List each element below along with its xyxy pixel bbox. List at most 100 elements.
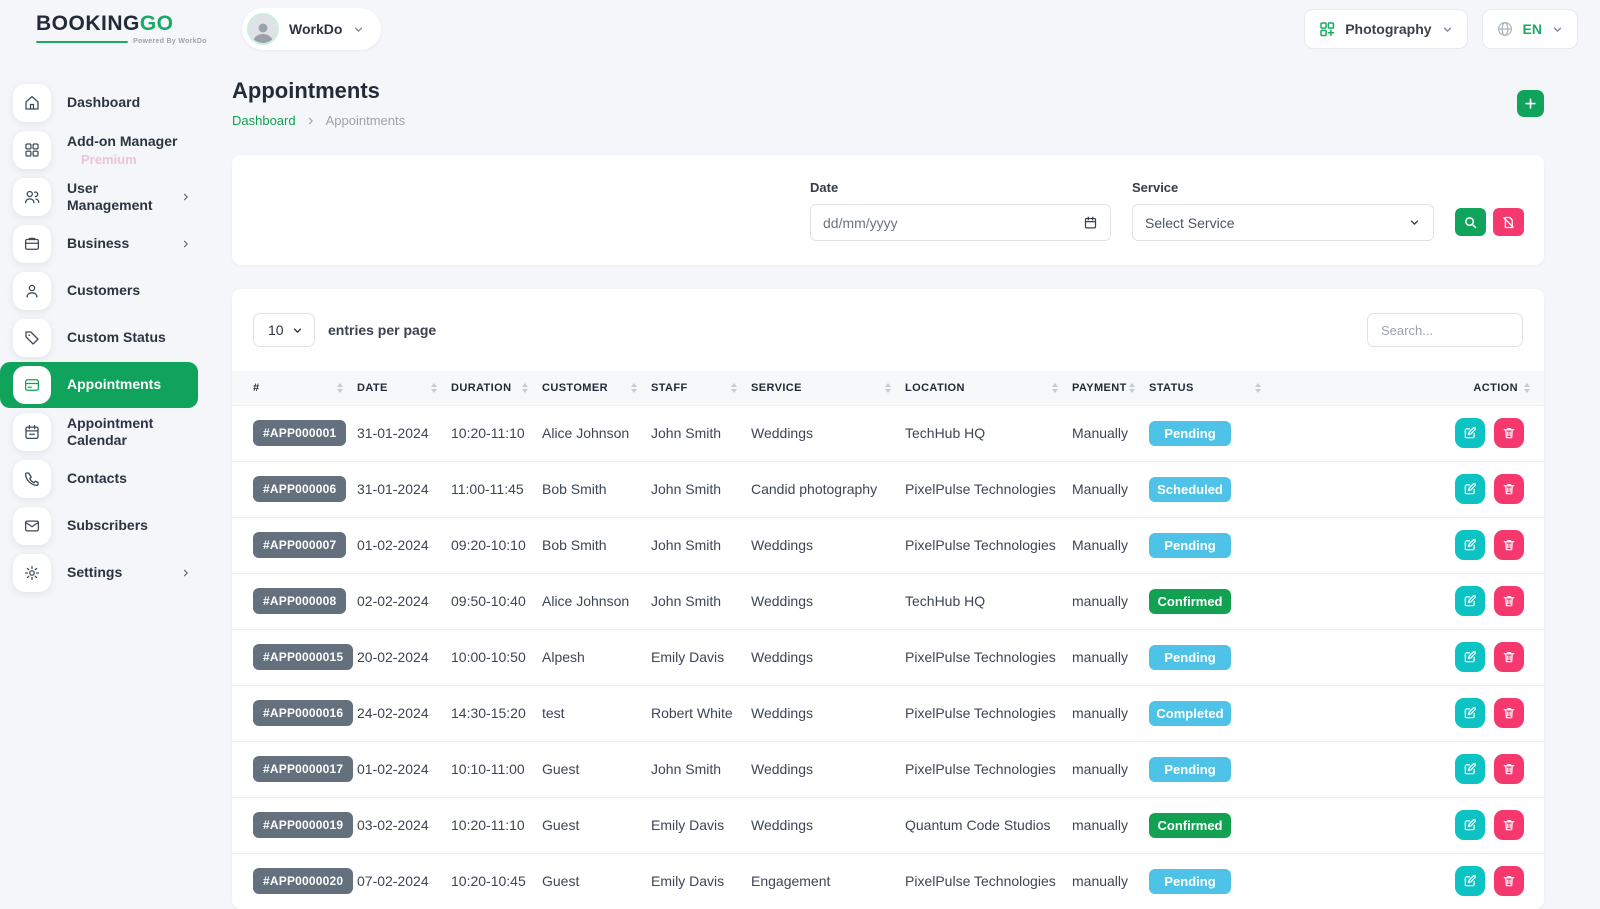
chevron-right-icon bbox=[180, 238, 192, 250]
service-selected-value: Select Service bbox=[1145, 215, 1234, 231]
column-header-location[interactable]: LOCATION bbox=[905, 371, 1072, 405]
delete-button[interactable] bbox=[1494, 418, 1524, 448]
trash-icon bbox=[1502, 874, 1516, 888]
module-selector[interactable]: Photography bbox=[1304, 9, 1467, 49]
column-header-service[interactable]: SERVICE bbox=[751, 371, 905, 405]
appointment-id-badge: #APP000006 bbox=[253, 476, 346, 502]
payment-cell: manually bbox=[1072, 685, 1149, 741]
status-badge: Scheduled bbox=[1149, 477, 1231, 502]
service-cell: Weddings bbox=[751, 797, 905, 853]
delete-button[interactable] bbox=[1494, 754, 1524, 784]
sidebar-item-custom-status[interactable]: Custom Status bbox=[0, 315, 198, 361]
delete-button[interactable] bbox=[1494, 810, 1524, 840]
language-selector[interactable]: EN bbox=[1482, 9, 1578, 49]
logo-underline bbox=[36, 41, 128, 43]
topbar: BOOKINGGO Powered By WorkDo WorkDo Photo… bbox=[0, 0, 1600, 58]
appointment-id-badge: #APP0000019 bbox=[253, 812, 353, 838]
edit-button[interactable] bbox=[1455, 642, 1485, 672]
table-body: #APP000001 31-01-2024 10:20-11:10 Alice … bbox=[232, 405, 1544, 909]
delete-button[interactable] bbox=[1494, 530, 1524, 560]
service-cell: Engagement bbox=[751, 853, 905, 909]
chevron-down-icon bbox=[352, 23, 365, 36]
sidebar-item-appointments[interactable]: Appointments bbox=[0, 362, 198, 408]
payment-cell: Manually bbox=[1072, 517, 1149, 573]
sidebar-item-addon-manager[interactable]: Add-on Manager Premium bbox=[0, 127, 198, 173]
chevron-down-icon bbox=[1551, 23, 1564, 36]
trash-icon bbox=[1502, 426, 1516, 440]
apply-filter-button[interactable] bbox=[1455, 208, 1486, 236]
tag-icon bbox=[13, 319, 51, 357]
appointment-id-badge: #APP0000020 bbox=[253, 868, 353, 894]
date-cell: 01-02-2024 bbox=[357, 517, 451, 573]
chevron-down-icon bbox=[1441, 23, 1454, 36]
breadcrumb-dashboard-link[interactable]: Dashboard bbox=[232, 113, 296, 128]
delete-button[interactable] bbox=[1494, 474, 1524, 504]
sort-icon bbox=[337, 383, 349, 393]
sort-icon bbox=[1524, 383, 1530, 393]
column-header-date[interactable]: DATE bbox=[357, 371, 451, 405]
status-badge: Pending bbox=[1149, 645, 1231, 670]
calendar-icon[interactable] bbox=[1083, 215, 1098, 230]
edit-button[interactable] bbox=[1455, 418, 1485, 448]
location-cell: PixelPulse Technologies bbox=[905, 629, 1072, 685]
sidebar-item-settings[interactable]: Settings bbox=[0, 550, 198, 596]
edit-icon bbox=[1463, 538, 1477, 552]
appointment-id-badge: #APP0000017 bbox=[253, 756, 353, 782]
status-badge: Pending bbox=[1149, 421, 1231, 446]
appointment-id-badge: #APP0000015 bbox=[253, 644, 353, 670]
edit-button[interactable] bbox=[1455, 866, 1485, 896]
date-cell: 31-01-2024 bbox=[357, 461, 451, 517]
delete-button[interactable] bbox=[1494, 866, 1524, 896]
date-cell: 24-02-2024 bbox=[357, 685, 451, 741]
column-header-customer[interactable]: CUSTOMER bbox=[542, 371, 651, 405]
sidebar-item-dashboard[interactable]: Dashboard bbox=[0, 80, 198, 126]
edit-button[interactable] bbox=[1455, 586, 1485, 616]
delete-button[interactable] bbox=[1494, 642, 1524, 672]
sidebar-item-customers[interactable]: Customers bbox=[0, 268, 198, 314]
column-header-status[interactable]: STATUS bbox=[1149, 371, 1275, 405]
sort-icon bbox=[431, 383, 443, 393]
avatar bbox=[247, 13, 279, 45]
sort-icon bbox=[1129, 383, 1141, 393]
clear-filter-button[interactable] bbox=[1493, 208, 1524, 236]
delete-button[interactable] bbox=[1494, 586, 1524, 616]
service-cell: Candid photography bbox=[751, 461, 905, 517]
sidebar-item-user-management[interactable]: User Management bbox=[0, 174, 198, 220]
chevron-right-icon bbox=[180, 191, 192, 203]
edit-button[interactable] bbox=[1455, 530, 1485, 560]
date-input[interactable] bbox=[823, 215, 1023, 231]
entries-per-page-select[interactable]: 10 bbox=[253, 313, 315, 347]
edit-button[interactable] bbox=[1455, 474, 1485, 504]
table-search-input[interactable] bbox=[1367, 313, 1523, 347]
appointment-id-badge: #APP0000016 bbox=[253, 700, 353, 726]
column-header-duration[interactable]: DURATION bbox=[451, 371, 542, 405]
service-filter-select[interactable]: Select Service bbox=[1132, 204, 1434, 241]
sidebar-item-subscribers[interactable]: Subscribers bbox=[0, 503, 198, 549]
sidebar-item-label: Business bbox=[67, 235, 129, 253]
column-header-action[interactable]: ACTION bbox=[1275, 371, 1544, 405]
workspace-selector[interactable]: WorkDo bbox=[242, 8, 381, 50]
table-row: #APP0000015 20-02-2024 10:00-10:50 Alpes… bbox=[232, 629, 1544, 685]
edit-button[interactable] bbox=[1455, 810, 1485, 840]
delete-button[interactable] bbox=[1494, 698, 1524, 728]
edit-button[interactable] bbox=[1455, 754, 1485, 784]
trash-icon bbox=[1502, 482, 1516, 496]
trash-icon bbox=[1502, 594, 1516, 608]
grid-icon bbox=[13, 131, 51, 169]
date-filter-input[interactable] bbox=[810, 204, 1111, 241]
customer-cell: Bob Smith bbox=[542, 461, 651, 517]
column-header--[interactable]: # bbox=[232, 371, 357, 405]
logo-text: BOOKINGGO bbox=[36, 13, 232, 34]
column-header-staff[interactable]: STAFF bbox=[651, 371, 751, 405]
service-cell: Weddings bbox=[751, 405, 905, 461]
staff-cell: Emily Davis bbox=[651, 797, 751, 853]
sidebar-item-appointment-calendar[interactable]: Appointment Calendar bbox=[0, 409, 198, 455]
sidebar-item-contacts[interactable]: Contacts bbox=[0, 456, 198, 502]
sidebar-item-business[interactable]: Business bbox=[0, 221, 198, 267]
column-header-payment[interactable]: PAYMENT bbox=[1072, 371, 1149, 405]
sidebar: Dashboard Add-on Manager Premium User Ma… bbox=[0, 80, 206, 597]
payment-cell: manually bbox=[1072, 741, 1149, 797]
duration-cell: 10:20-10:45 bbox=[451, 853, 542, 909]
edit-button[interactable] bbox=[1455, 698, 1485, 728]
add-appointment-button[interactable] bbox=[1517, 90, 1544, 117]
